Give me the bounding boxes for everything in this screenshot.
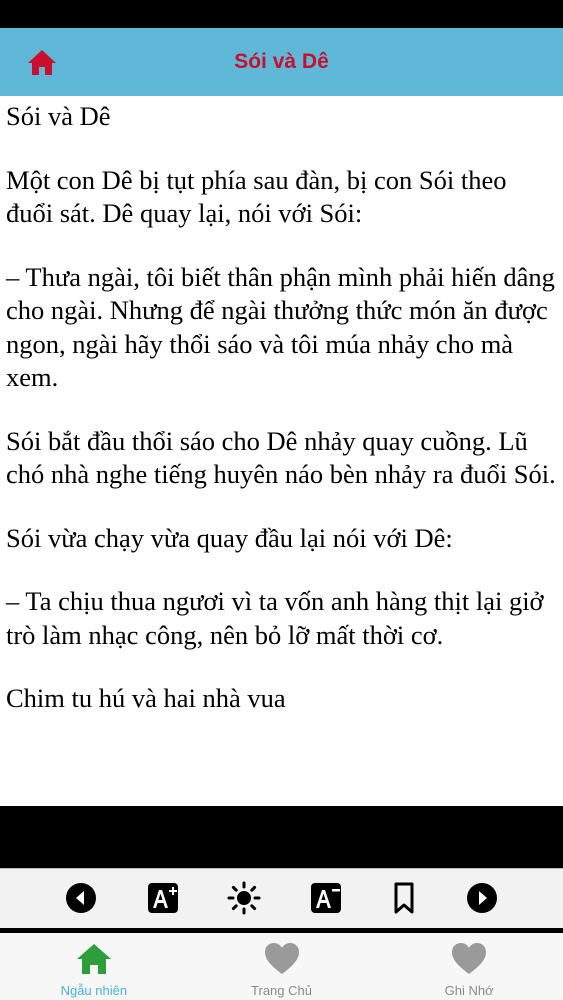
tab-random-label: Ngẫu nhiên [60,983,128,998]
story-paragraph: Một con Dê bị tụt phía sau đàn, bị con S… [6,164,507,229]
next-icon[interactable] [465,881,499,915]
previous-icon[interactable] [64,881,98,915]
tab-home[interactable]: Trang Chủ [188,933,376,1000]
next-story-link[interactable]: Chim tu hú và hai nhà vua [6,682,557,716]
story-content: Sói và Dê Một con Dê bị tụt phía sau đàn… [0,96,563,806]
story-paragraph: – Ta chịu thua ngươi vì ta vốn anh hàng … [6,586,544,650]
story-paragraph: – Thưa ngài, tôi biết thân phận mình phả… [6,261,555,393]
home-icon [76,944,111,974]
font-decrease-icon[interactable] [309,881,343,915]
story-title: Sói và Dê [6,101,111,131]
home-icon[interactable] [26,48,58,76]
heart-icon [452,943,487,974]
tab-saved[interactable]: Ghi Nhớ [375,933,563,1000]
nav-bar: Sói và Dê [0,28,563,96]
page-title: Sói và Dê [234,50,329,73]
ad-banner-area [0,806,563,868]
tab-bar: Ngẫu nhiên Trang Chủ Ghi Nhớ [0,933,563,1000]
tab-saved-label: Ghi Nhớ [444,983,494,998]
reader-toolbar [0,868,563,928]
heart-icon [264,943,299,974]
tab-random[interactable]: Ngẫu nhiên [0,933,188,1000]
brightness-icon[interactable] [227,881,261,915]
story-paragraph: Sói vừa chạy vừa quay đầu lại nói với Dê… [6,522,453,553]
bookmark-icon[interactable] [387,881,421,915]
story-paragraph: Sói bắt đầu thổi sáo cho Dê nhảy quay cu… [6,425,556,490]
status-bar [0,0,563,28]
tab-home-label: Trang Chủ [251,983,312,998]
font-increase-icon[interactable] [146,881,180,915]
